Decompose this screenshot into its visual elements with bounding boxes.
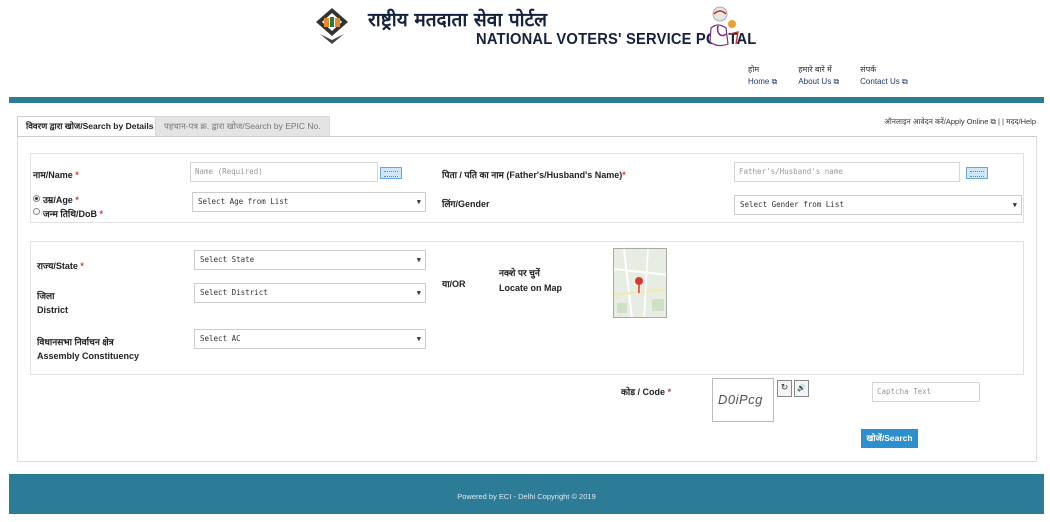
state-select-value: Select State [200,255,255,264]
name-input[interactable]: Name (Required) [190,162,378,182]
gender-select-value: Select Gender from List [740,200,844,209]
external-link-icon: ⧉ [771,77,778,86]
locate-on-map-thumbnail[interactable] [613,248,667,318]
district-label: District [37,305,69,315]
gender-select[interactable]: Select Gender from List ▼ [734,195,1022,215]
required-mark: * [99,209,103,219]
search-form-panel: नाम/Name * Name (Required) पिता / पति का… [17,137,1037,462]
name-label: नाम/Name * [33,168,79,181]
page: राष्ट्रीय मतदाता सेवा पोर्टल NATIONAL VO… [0,0,1050,522]
ac-select-value: Select AC [200,334,241,343]
required-mark: * [667,387,672,397]
caret-down-icon: ▼ [416,289,421,297]
ac-label: Assembly Constituency [37,351,140,361]
voter-mascot-logo-icon [709,6,739,47]
header-divider-bar [9,97,1044,103]
tab-search-by-epic[interactable]: पहचान-पत्र क्र. द्वारा खोज/Search by EPI… [155,116,330,137]
link-separator: | [1001,117,1004,126]
nav-contact[interactable]: संपर्क Contact Us ⧉ [860,64,908,88]
caret-down-icon: ▼ [416,198,421,206]
header-title-hindi: राष्ट्रीय मतदाता सेवा पोर्टल [368,9,548,31]
required-mark: * [622,170,626,180]
caret-down-icon: ▼ [416,335,421,343]
age-label: उम्र/Age * [43,193,79,206]
map-label-hindi: नक्शे पर चुनें [499,268,540,278]
footer-text: Powered by ECI - Delhi Copyright © 2019 [457,492,596,501]
state-label-text: राज्य/State [37,261,78,271]
keyboard-icon[interactable] [966,167,988,179]
external-link-icon: ⧉ [901,77,908,86]
dob-radio[interactable] [33,208,40,215]
ac-label-hindi: विधानसभा निर्वाचन क्षेत्र [37,337,114,347]
search-button[interactable]: खोजें/Search [861,429,918,448]
location-section [30,241,1024,375]
age-label-text: उम्र/Age [43,195,73,205]
map-icon [614,249,666,317]
required-mark: * [80,261,84,271]
age-select-value: Select Age from List [198,197,289,206]
external-link-icon: ⧉ [990,117,996,126]
age-radio[interactable] [33,195,40,202]
gender-label: लिंग/Gender [442,199,490,209]
footer: Powered by ECI - Delhi Copyright © 2019 [9,474,1044,514]
required-mark: * [75,170,79,180]
caret-down-icon: ▼ [1012,201,1017,209]
nav-contact-hindi: संपर्क [860,65,877,74]
link-separator: | [997,117,1000,126]
code-label: कोड / Code * [621,385,671,398]
eci-logo-icon [316,8,348,44]
help-link[interactable]: मदद/Help [1006,117,1036,126]
dob-label-text: जन्म तिथि/DoB [43,209,97,219]
captcha-input[interactable]: Captcha Text [872,382,980,402]
father-name-label-text: पिता / पति का नाम (Father's/Husband's Na… [442,170,623,180]
map-label: Locate on Map [499,283,563,293]
nav-about-label: About Us [798,77,832,86]
code-label-text: कोड / Code [621,387,666,397]
caret-down-icon: ▼ [416,256,421,264]
nav-home-label: Home [748,77,770,86]
right-links: ऑनलाइन आवेदन करें/Apply Online ⧉ | | मदद… [884,117,1036,127]
nav-home[interactable]: होम Home ⧉ [748,64,777,88]
nav-about-hindi: हमारे बारे में [798,65,832,74]
keyboard-icon[interactable] [380,167,402,179]
father-name-input[interactable]: Father's/Husband's name [734,162,960,182]
captcha-image: D0iPcg [712,378,774,422]
nav-contact-label: Contact Us [860,77,900,86]
state-label: राज्य/State * [37,259,84,272]
ac-select[interactable]: Select AC ▼ [194,329,426,349]
audio-icon[interactable]: 🔊 [794,380,809,397]
state-select[interactable]: Select State ▼ [194,250,426,270]
tab-search-by-details[interactable]: विवरण द्वारा खोज/Search by Details [17,116,163,137]
father-name-label: पिता / पति का नाम (Father's/Husband's Na… [442,168,626,181]
nav-about[interactable]: हमारे बारे में About Us ⧉ [798,64,839,88]
nav-home-hindi: होम [748,65,760,74]
or-label: या/OR [442,279,466,289]
district-label-hindi: जिला [37,291,55,301]
top-nav: होम Home ⧉ हमारे बारे में About Us ⧉ संप… [748,64,908,88]
external-link-icon: ⧉ [833,77,840,86]
apply-online-link[interactable]: ऑनलाइन आवेदन करें/Apply Online [884,117,988,126]
dob-label: जन्म तिथि/DoB * [43,207,103,220]
district-select-value: Select District [200,288,268,297]
name-label-text: नाम/Name [33,170,73,180]
age-select[interactable]: Select Age from List ▼ [192,192,426,212]
district-select[interactable]: Select District ▼ [194,283,426,303]
refresh-icon[interactable]: ↻ [777,380,792,397]
required-mark: * [75,195,79,205]
